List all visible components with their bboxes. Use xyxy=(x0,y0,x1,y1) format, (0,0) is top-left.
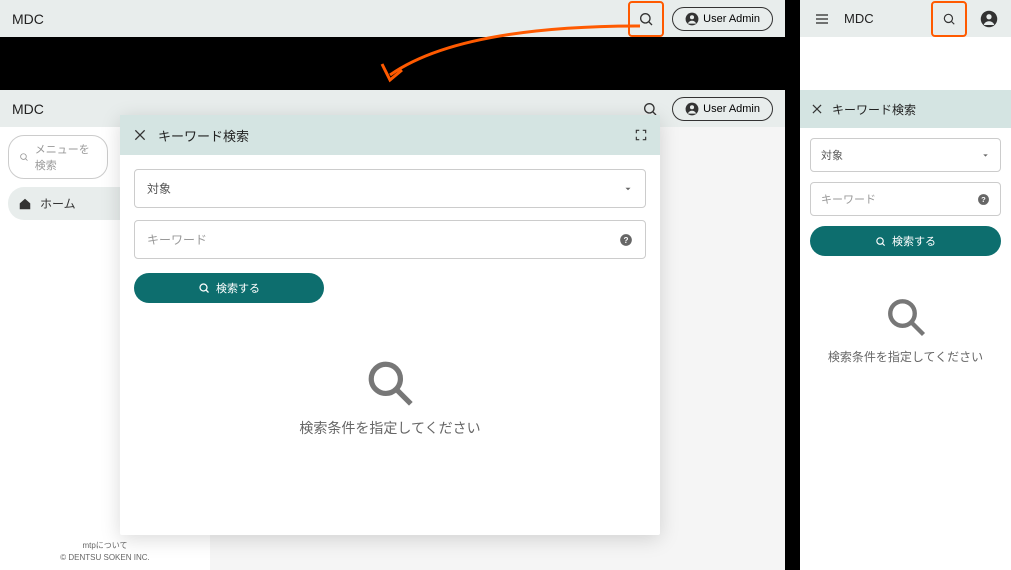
search-button[interactable]: 検索する xyxy=(810,226,1001,256)
search-highlight-box xyxy=(628,1,664,37)
search-icon xyxy=(365,358,415,408)
chevron-down-icon xyxy=(623,184,633,194)
search-icon xyxy=(885,296,927,338)
mobile-header: MDC xyxy=(800,0,1011,37)
empty-search-icon xyxy=(134,358,646,408)
modal-body: 対象 キーワード ? 検索する xyxy=(120,155,660,452)
mobile-modal-body: 対象 キーワード ? 検索する 検索条件を指定してください xyxy=(800,128,1011,375)
help-icon[interactable]: ? xyxy=(619,233,633,247)
close-button[interactable] xyxy=(810,102,824,116)
hamburger-icon xyxy=(814,11,830,27)
target-select[interactable]: 対象 xyxy=(134,169,646,208)
keyword-search-modal: キーワード検索 対象 キーワード ? xyxy=(120,115,660,535)
search-button-label: 検索する xyxy=(216,280,260,296)
brand-label: MDC xyxy=(844,11,874,26)
modal-header: キーワード検索 xyxy=(120,115,660,155)
person-icon xyxy=(685,102,699,116)
target-select-label: 対象 xyxy=(821,147,843,163)
brand-label: MDC xyxy=(12,101,44,117)
empty-message: 検索条件を指定してください xyxy=(134,418,646,438)
empty-state: 検索条件を指定してください xyxy=(810,296,1001,365)
user-admin-button[interactable]: User Admin xyxy=(672,97,773,121)
close-icon xyxy=(132,127,148,143)
search-icon-button[interactable] xyxy=(935,5,963,33)
keyword-input[interactable]: キーワード ? xyxy=(134,220,646,259)
modal-title: キーワード検索 xyxy=(158,126,624,145)
chevron-down-icon xyxy=(981,151,990,160)
empty-state: 検索条件を指定してください xyxy=(134,358,646,438)
fullscreen-icon xyxy=(634,128,648,142)
search-button[interactable]: 検索する xyxy=(134,273,324,303)
search-icon xyxy=(198,282,210,294)
user-admin-label: User Admin xyxy=(703,13,760,25)
close-button[interactable] xyxy=(132,127,148,143)
user-icon-button[interactable] xyxy=(975,5,1003,33)
keyword-placeholder: キーワード xyxy=(821,191,977,207)
keyword-input[interactable]: キーワード ? xyxy=(810,182,1001,216)
keyword-placeholder: キーワード xyxy=(147,231,619,248)
search-icon xyxy=(875,236,886,247)
search-icon xyxy=(942,12,956,26)
menu-search-placeholder: メニューを検索 xyxy=(35,141,97,173)
search-icon xyxy=(638,11,654,27)
empty-message: 検索条件を指定してください xyxy=(810,348,1001,365)
target-select[interactable]: 対象 xyxy=(810,138,1001,172)
search-highlight-box xyxy=(931,1,967,37)
mobile-view: MDC キーワード検索 対象 xyxy=(800,0,1011,570)
close-icon xyxy=(810,102,824,116)
fullscreen-button[interactable] xyxy=(634,128,648,142)
svg-text:?: ? xyxy=(624,235,629,244)
menu-search-input[interactable]: メニューを検索 xyxy=(8,135,108,179)
help-icon[interactable]: ? xyxy=(977,193,990,206)
search-icon-button[interactable] xyxy=(632,5,660,33)
svg-text:?: ? xyxy=(981,195,986,204)
empty-search-icon xyxy=(810,296,1001,338)
brand-label: MDC xyxy=(12,11,44,27)
desktop-view: MDC User Admin メニューを検索 ホーム xyxy=(0,90,785,570)
search-button-label: 検索する xyxy=(892,233,936,249)
top-header-desktop: MDC User Admin xyxy=(0,0,785,37)
modal-title: キーワード検索 xyxy=(832,101,916,118)
sidebar-home-label: ホーム xyxy=(40,195,76,212)
sidebar-footer: mtpについて © DENTSU SOKEN INC. xyxy=(0,540,210,562)
mobile-modal-header: キーワード検索 xyxy=(800,90,1011,128)
person-icon xyxy=(685,12,699,26)
target-select-label: 対象 xyxy=(147,180,171,197)
user-admin-label: User Admin xyxy=(703,103,760,115)
person-icon xyxy=(980,10,998,28)
copyright-text: © DENTSU SOKEN INC. xyxy=(0,553,210,562)
hamburger-button[interactable] xyxy=(808,5,836,33)
search-icon xyxy=(19,151,29,163)
home-icon xyxy=(18,197,32,211)
user-admin-button[interactable]: User Admin xyxy=(672,7,773,31)
footer-link[interactable]: mtpについて xyxy=(0,540,210,551)
